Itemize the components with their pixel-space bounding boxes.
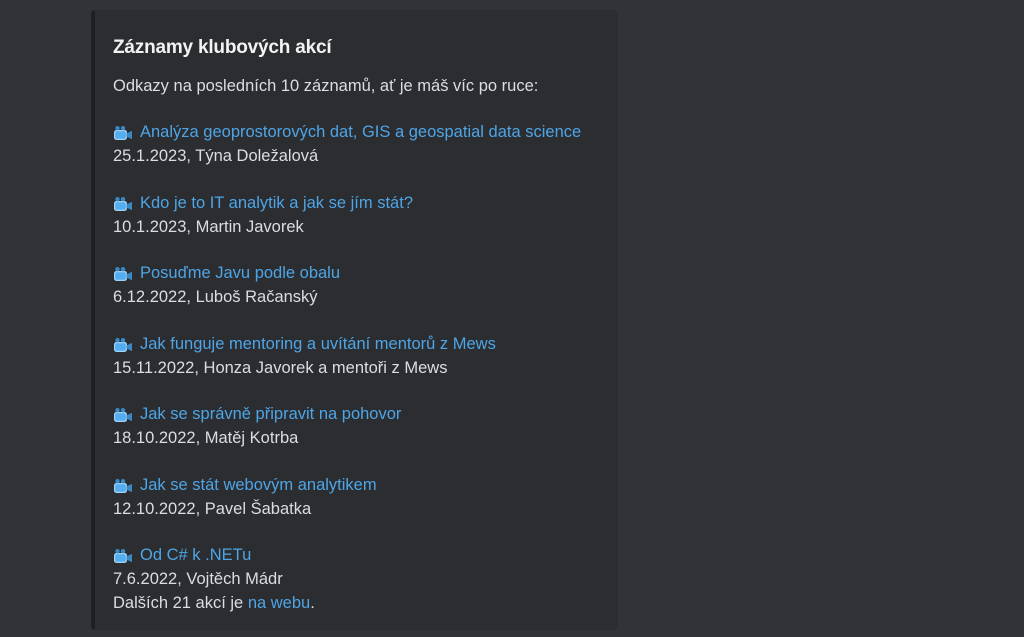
video-camera-icon [113,266,133,284]
website-link[interactable]: na webu [248,594,310,612]
recording-date-author: 6.12.2022, Luboš Račanský [113,288,318,306]
list-item: Jak se správně připravit na pohovor 18.1… [113,402,602,473]
video-camera-icon [113,407,133,425]
list-item: Jak se stát webovým analytikem 12.10.202… [113,473,602,544]
recording-link[interactable]: Analýza geoprostorových dat, GIS a geosp… [140,120,581,144]
embed-footer: Dalších 21 akcí je na webu. [113,591,602,615]
recording-link[interactable]: Jak se správně připravit na pohovor [140,402,401,426]
recording-date-author: 15.11.2022, Honza Javorek a mentoři z Me… [113,358,448,377]
recording-link[interactable]: Od C# k .NETu [140,543,251,567]
list-item: Kdo je to IT analytik a jak se jím stát?… [113,191,602,262]
recording-date-author: 25.1.2023, Týna Doležalová [113,147,319,165]
recording-link[interactable]: Jak funguje mentoring a uvítání mentorů … [140,332,496,356]
recording-link[interactable]: Jak se stát webovým analytikem [140,473,377,497]
list-item: Analýza geoprostorových dat, GIS a geosp… [113,120,602,191]
video-camera-icon [113,125,133,143]
recording-date-author: 18.10.2022, Matěj Kotrba [113,429,299,447]
recording-link[interactable]: Posuďme Javu podle obalu [140,261,340,285]
embed-intro: Odkazy na posledních 10 záznamů, ať je m… [113,77,539,95]
footer-suffix: . [310,594,315,612]
list-item: Posuďme Javu podle obalu 6.12.2022, Lubo… [113,261,602,332]
video-camera-icon [113,478,133,496]
message-embed: Záznamy klubových akcí Odkazy na posledn… [91,10,618,630]
list-item: Od C# k .NETu 7.6.2022, Vojtěch Mádr [113,543,602,591]
recording-date-author: 12.10.2022, Pavel Šabatka [113,499,312,518]
recording-link[interactable]: Kdo je to IT analytik a jak se jím stát? [140,191,413,215]
video-camera-icon [113,337,133,355]
video-camera-icon [113,196,133,214]
recording-date-author: 10.1.2023, Martin Javorek [113,217,304,236]
embed-title: Záznamy klubových akcí [113,37,332,58]
footer-prefix: Dalších 21 akcí je [113,594,248,612]
recording-date-author: 7.6.2022, Vojtěch Mádr [113,570,283,588]
video-camera-icon [113,548,133,566]
recordings-list: Analýza geoprostorových dat, GIS a geosp… [113,120,602,591]
list-item: Jak funguje mentoring a uvítání mentorů … [113,332,602,403]
